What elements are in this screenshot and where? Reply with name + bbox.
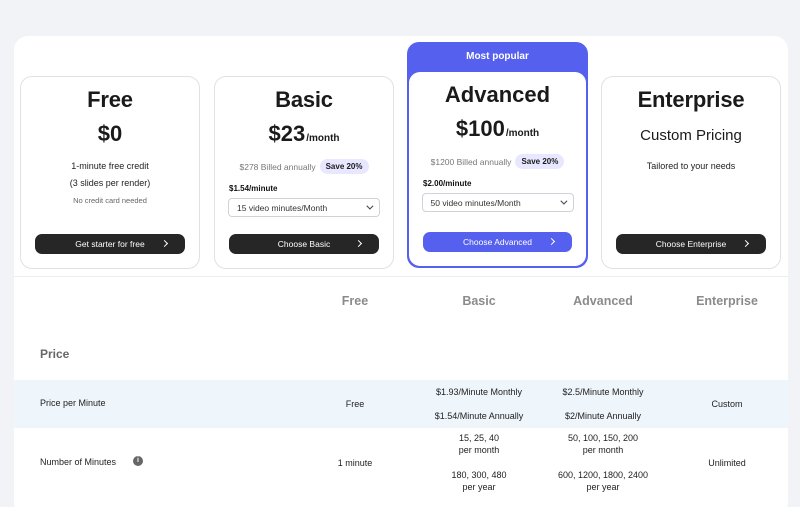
save-badge: Save 20% <box>515 154 565 169</box>
cell-basic-monthly: $1.93/Minute Monthly <box>435 387 523 397</box>
cell-free: Free <box>345 399 365 409</box>
button-label: Get starter for free <box>75 239 145 249</box>
cell-free: 1 minute <box>337 458 373 468</box>
plan-period: /month <box>505 128 540 139</box>
plan-period: /month <box>306 133 340 144</box>
row-label-number-of-minutes: Number of Minutes <box>40 457 117 467</box>
plan-price: Custom Pricing <box>640 127 742 144</box>
column-header-enterprise: Enterprise <box>696 294 758 308</box>
cell-basic-yearly-unit: per year <box>462 482 496 492</box>
row-label-price-per-minute: Price per Minute <box>40 398 106 408</box>
column-header-advanced: Advanced <box>573 294 633 308</box>
cell-advanced-monthly-unit: per month <box>582 445 624 455</box>
chevron-right-icon <box>547 237 556 246</box>
cell-advanced-monthly: $2.5/Minute Monthly <box>562 387 644 397</box>
section-title-price: Price <box>40 347 70 361</box>
cell-advanced-annually: $2/Minute Annually <box>564 411 642 421</box>
chevron-right-icon <box>160 239 169 248</box>
cell-enterprise: Custom <box>711 399 743 409</box>
minutes-select[interactable]: 15 video minutes/Month <box>228 198 380 217</box>
plan-card-advanced: Most popular Advanced $100 /month $1200 … <box>407 42 588 268</box>
plan-feature-line: 1-minute free credit <box>71 161 149 171</box>
plan-price-row: $0 <box>21 121 199 147</box>
cell-advanced-monthly-values: 50, 100, 150, 200 <box>567 433 639 443</box>
select-value: 50 video minutes/Month <box>430 197 521 208</box>
plan-price-row: $23 /month <box>215 121 393 147</box>
choose-basic-button[interactable]: Choose Basic <box>229 234 379 254</box>
per-minute-price: $1.54/minute <box>229 184 278 193</box>
billed-row: $278 Billed annually Save 20% <box>215 159 393 174</box>
cell-enterprise: Unlimited <box>708 458 746 468</box>
choose-advanced-button[interactable]: Choose Advanced <box>423 232 572 252</box>
chevron-right-icon <box>741 239 750 248</box>
cell-basic-annually: $1.54/Minute Annually <box>434 411 524 421</box>
button-label: Choose Basic <box>277 239 331 249</box>
column-header-basic: Basic <box>462 294 496 308</box>
info-icon[interactable]: i <box>133 456 143 466</box>
plan-price: $0 <box>97 121 123 146</box>
chevron-down-icon <box>366 202 374 210</box>
billed-row: $1200 Billed annually Save 20% <box>409 154 586 169</box>
cell-advanced-yearly-values: 600, 1200, 1800, 2400 <box>557 470 649 480</box>
plan-feature-line: (3 slides per render) <box>69 178 151 188</box>
plan-card-advanced-body: Advanced $100 /month $1200 Billed annual… <box>409 72 586 266</box>
plan-name: Enterprise <box>637 87 745 112</box>
plan-name: Advanced <box>444 82 551 107</box>
minutes-select[interactable]: 50 video minutes/Month <box>421 193 574 212</box>
cell-basic-yearly-values: 180, 300, 480 <box>451 470 507 480</box>
chevron-down-icon <box>559 197 567 205</box>
get-starter-button[interactable]: Get starter for free <box>35 234 185 254</box>
button-label: Choose Enterprise <box>655 239 727 249</box>
most-popular-banner: Most popular <box>466 51 529 62</box>
plan-price-row: $100 /month <box>409 116 586 142</box>
cell-basic-monthly-values: 15, 25, 40 <box>458 433 500 443</box>
billed-annually-text: $1200 Billed annually <box>430 156 512 167</box>
plan-card-basic: Basic $23 /month $278 Billed annually Sa… <box>214 76 394 269</box>
column-header-free: Free <box>341 294 369 308</box>
billed-annually-text: $278 Billed annually <box>239 161 316 172</box>
plan-tagline: Tailored to your needs <box>646 161 736 171</box>
section-divider <box>14 276 788 277</box>
plan-name: Free <box>87 87 133 112</box>
cell-basic-monthly-unit: per month <box>458 445 500 455</box>
cell-advanced-yearly-unit: per year <box>586 482 620 492</box>
plan-note: No credit card needed <box>73 196 147 205</box>
choose-enterprise-button[interactable]: Choose Enterprise <box>616 234 766 254</box>
save-badge: Save 20% <box>319 159 369 174</box>
plan-card-enterprise: Enterprise Custom Pricing Tailored to yo… <box>601 76 781 269</box>
per-minute-price: $2.00/minute <box>423 179 472 188</box>
chevron-right-icon <box>354 239 363 248</box>
plan-name: Basic <box>275 87 333 112</box>
plan-price: $23 <box>268 121 306 146</box>
plan-card-free: Free $0 1-minute free credit (3 slides p… <box>20 76 200 269</box>
plan-price: $100 <box>455 116 505 141</box>
select-value: 15 video minutes/Month <box>237 202 328 213</box>
button-label: Choose Advanced <box>463 237 532 247</box>
